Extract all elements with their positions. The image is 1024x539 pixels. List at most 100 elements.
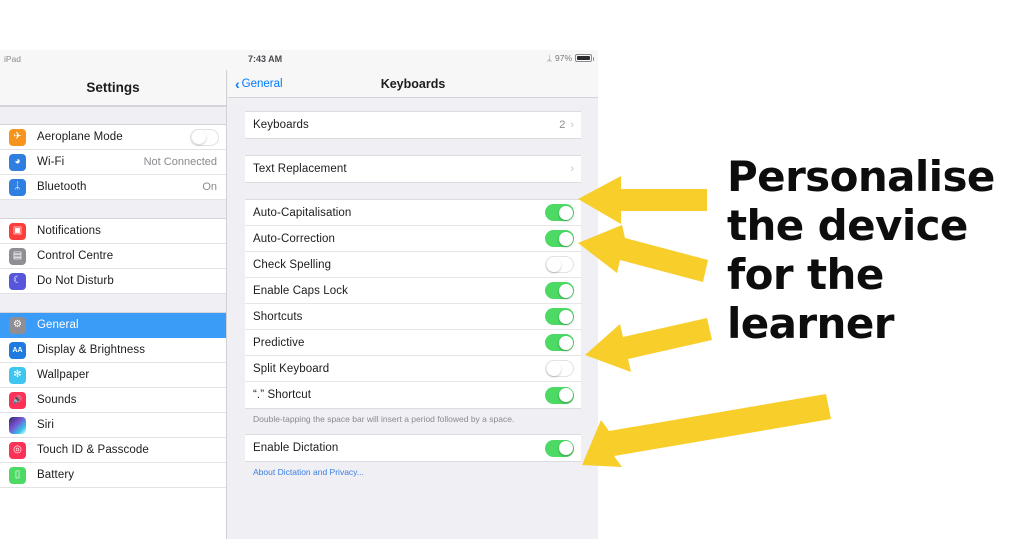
row-accessory: 2 › [559,119,574,131]
display-brightness-icon: AA [9,341,26,359]
row-label: Keyboards [253,119,309,131]
battery-percent-label: 97% [554,53,572,63]
row-accessory [545,360,574,377]
row-predictive[interactable]: Predictive [245,330,581,356]
row-check-spelling[interactable]: Check Spelling [245,252,581,278]
annotation-caption: Personalise the device for the learner [727,152,1017,348]
row-enable-dictation[interactable]: Enable Dictation [245,435,581,461]
status-bar: iPad 7:43 AM ᛦ 97% [0,50,598,70]
row-accessory [545,334,574,351]
row-label: Predictive [253,336,305,349]
sidebar-scroll-tail [0,488,226,528]
row-label: Check Spelling [253,258,332,271]
sidebar-item-control-centre[interactable]: ▤ Control Centre [0,244,226,269]
row-shortcuts[interactable]: Shortcuts [245,304,581,330]
sidebar-item-label: Notifications [37,225,101,237]
keyboard-options-group: Auto-Capitalisation Auto-Correction Chec… [245,199,581,409]
row-accessory [545,230,574,247]
check-spelling-toggle[interactable] [545,256,574,273]
status-bar-right-cluster: ᛦ 97% [546,52,594,63]
siri-icon [9,416,26,434]
sidebar-item-label: Aeroplane Mode [37,131,123,143]
row-label: Text Replacement [253,163,347,175]
caption-line-3: for the [727,250,884,299]
caption-line-4: learner [727,299,894,348]
sidebar-item-do-not-disturb[interactable]: ☾ Do Not Disturb [0,269,226,294]
caption-line-1: Personalise [727,152,995,201]
detail-navbar: ‹ General Keyboards [228,70,598,98]
row-accessory [545,282,574,299]
sidebar-item-notifications[interactable]: ▣ Notifications [0,219,226,244]
row-accessory [545,439,574,457]
period-shortcut-footnote: Double-tapping the space bar will insert… [253,414,515,424]
text-replacement-group: Text Replacement › [245,155,581,183]
sidebar-item-display-brightness[interactable]: AA Display & Brightness [0,338,226,363]
sidebar-item-aeroplane-mode[interactable]: ✈ Aeroplane Mode [0,125,226,150]
wallpaper-icon: ✻ [9,366,26,384]
enable-dictation-toggle[interactable] [545,439,574,457]
row-period-shortcut[interactable]: “.” Shortcut [245,382,581,408]
shortcuts-toggle[interactable] [545,308,574,325]
sidebar-group-spacer [0,294,226,313]
ipad-settings-screenshot: iPad 7:43 AM ᛦ 97% Settings ✈ Aeroplane … [0,50,598,539]
bluetooth-icon: ᛦ [9,178,26,196]
row-split-keyboard[interactable]: Split Keyboard [245,356,581,382]
row-keyboards[interactable]: Keyboards 2 › [245,112,581,138]
row-text-replacement[interactable]: Text Replacement › [245,156,581,182]
bluetooth-status-value: On [202,181,217,193]
row-auto-correction[interactable]: Auto-Correction [245,226,581,252]
chevron-right-icon: › [570,118,574,131]
status-bar-device-label: iPad [4,54,22,64]
sidebar-item-label: Touch ID & Passcode [37,444,149,456]
status-bar-clock: 7:43 AM [248,54,283,64]
sidebar-title: Settings [0,70,226,106]
arrow-to-predictive [585,318,712,372]
predictive-toggle[interactable] [545,334,574,351]
wifi-icon: ◕ [9,153,26,171]
row-label: Auto-Correction [253,232,336,245]
speaker-icon: 🔊 [9,391,26,409]
aeroplane-mode-toggle[interactable] [190,128,219,146]
sidebar-item-label: Do Not Disturb [37,275,114,287]
sidebar-item-label: Sounds [37,394,77,406]
sidebar-group-spacer [0,200,226,219]
row-label: Auto-Capitalisation [253,206,352,219]
row-accessory: › [570,163,574,175]
battery-icon [575,54,594,62]
row-label: Enable Caps Lock [253,284,348,297]
do-not-disturb-moon-icon: ☾ [9,272,26,290]
sidebar-item-label: Wallpaper [37,369,90,381]
caption-line-2: the device [727,201,968,250]
sidebar-item-siri[interactable]: Siri [0,413,226,438]
control-centre-icon: ▤ [9,247,26,265]
settings-list: Keyboards 2 › Text Replacement › Auto-Ca… [228,99,598,539]
enable-caps-lock-toggle[interactable] [545,282,574,299]
auto-correction-toggle[interactable] [545,230,574,247]
row-label: Shortcuts [253,310,303,323]
sidebar-item-general[interactable]: ⚙ General [0,313,226,338]
split-keyboard-toggle[interactable] [545,360,574,377]
fingerprint-icon: ◎ [9,441,26,459]
period-shortcut-toggle[interactable] [545,386,574,404]
auto-capitalisation-toggle[interactable] [545,204,574,221]
dictation-group: Enable Dictation [245,434,581,463]
wifi-status-value: Not Connected [143,156,217,168]
sidebar-item-bluetooth[interactable]: ᛦ Bluetooth On [0,175,226,200]
sidebar-item-touch-id-passcode[interactable]: ◎ Touch ID & Passcode [0,438,226,463]
sidebar-item-label: Battery [37,469,75,481]
screenshot-canvas: iPad 7:43 AM ᛦ 97% Settings ✈ Aeroplane … [0,0,1024,539]
sidebar-item-battery[interactable]: ▯ Battery [0,463,226,488]
bluetooth-icon: ᛦ [546,52,552,63]
row-auto-capitalisation[interactable]: Auto-Capitalisation [245,200,581,226]
settings-sidebar: Settings ✈ Aeroplane Mode ◕ Wi-Fi Not Co… [0,70,227,539]
row-accessory [545,386,574,404]
about-dictation-and-privacy-link[interactable]: About Dictation and Privacy... [245,462,581,477]
airplane-icon: ✈ [9,128,26,146]
sidebar-item-label: Bluetooth [37,181,87,193]
toggle-switch[interactable] [190,128,219,146]
row-label: “.” Shortcut [253,389,312,401]
sidebar-item-sounds[interactable]: 🔊 Sounds [0,388,226,413]
sidebar-item-wallpaper[interactable]: ✻ Wallpaper [0,363,226,388]
row-enable-caps-lock[interactable]: Enable Caps Lock [245,278,581,304]
sidebar-item-wifi[interactable]: ◕ Wi-Fi Not Connected [0,150,226,175]
